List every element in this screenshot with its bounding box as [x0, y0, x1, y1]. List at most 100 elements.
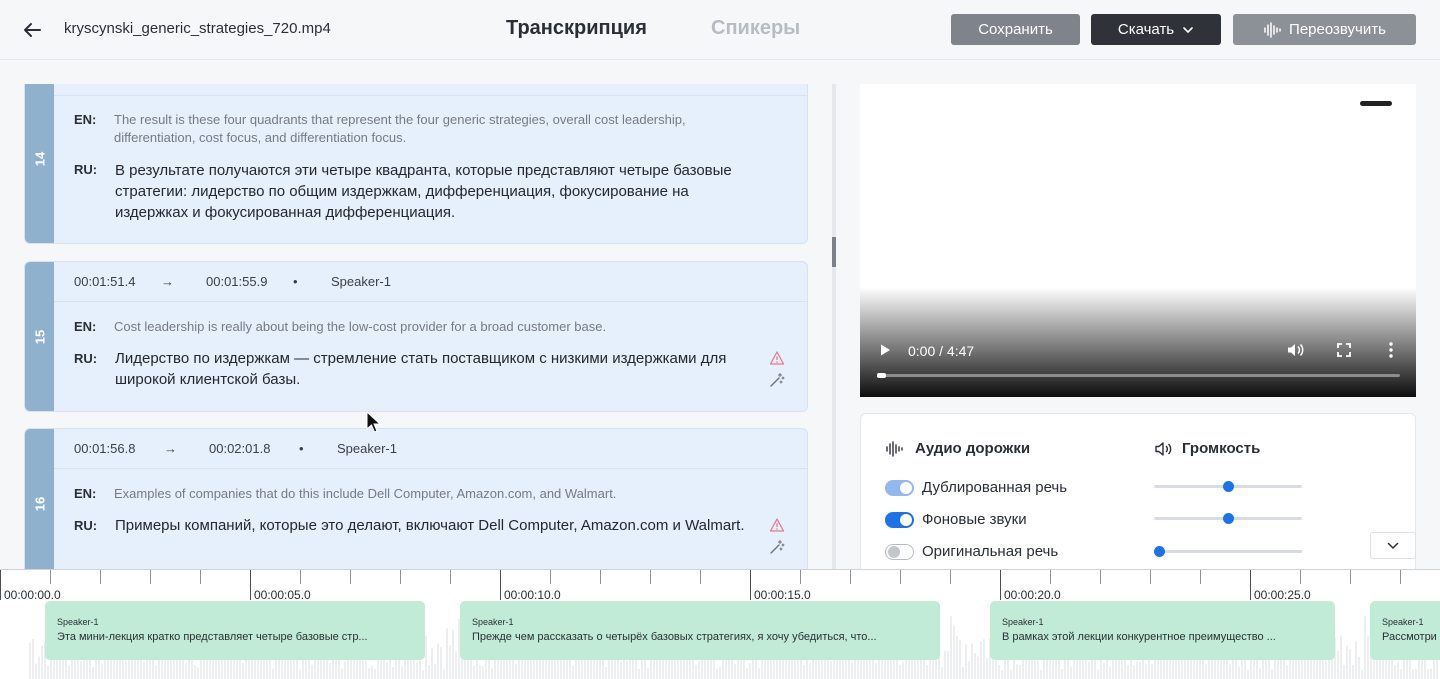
dubbed-speech-volume-slider[interactable] — [1154, 481, 1302, 492]
warning-icon[interactable] — [769, 350, 785, 366]
ruler-minor-tick — [1350, 570, 1351, 584]
speaker-volume-icon — [1155, 441, 1172, 456]
en-source-text: Cost leadership is really about being th… — [114, 319, 607, 334]
segment-list[interactable]: 14 EN: The result is these four quadrant… — [24, 84, 809, 570]
segment-number-badge: 15 — [25, 262, 54, 411]
segment-speaker[interactable]: Speaker-1 — [337, 441, 397, 456]
timeline-clip[interactable]: Speaker-1 Рассмотри — [1370, 601, 1440, 660]
volume-icon[interactable] — [1286, 342, 1304, 358]
video-player[interactable]: 0:00 / 4:47 — [860, 84, 1416, 397]
dubbed-speech-toggle[interactable] — [885, 480, 914, 496]
ru-translation-text[interactable]: Лидерство по издержкам — стремление стат… — [115, 348, 755, 390]
list-scrollbar[interactable] — [832, 84, 836, 570]
original-speech-label: Оригинальная речь — [922, 543, 1059, 560]
ruler-minor-tick — [550, 570, 551, 584]
background-sounds-volume-slider[interactable] — [1154, 513, 1302, 524]
ruler-minor-tick — [650, 570, 651, 584]
segment-divider — [54, 95, 807, 96]
ruler-minor-tick — [350, 570, 351, 584]
more-options-icon[interactable] — [1388, 342, 1394, 358]
segment-end-time[interactable]: 00:02:01.8 — [209, 441, 299, 456]
fullscreen-icon[interactable] — [1337, 343, 1351, 357]
timeline[interactable]: Speaker-1 Эта мини-лекция кратко предста… — [0, 569, 1440, 679]
audio-waveform-icon — [886, 440, 903, 457]
ruler-time-label: 00:00:05.0 — [254, 588, 311, 602]
ruler-minor-tick — [50, 570, 51, 584]
tab-transcription[interactable]: Транскрипция — [506, 17, 647, 40]
ruler-minor-tick — [300, 570, 301, 584]
segment-end-time[interactable]: 00:01:55.9 — [206, 274, 293, 289]
video-time: 0:00 / 4:47 — [908, 343, 975, 359]
segment-start-time[interactable]: 00:01:56.8 — [74, 441, 164, 456]
video-progress-knob[interactable] — [877, 373, 886, 378]
chevron-down-icon — [1183, 26, 1193, 33]
back-arrow-icon[interactable] — [20, 18, 44, 42]
background-sounds-label: Фоновые звуки — [922, 511, 1027, 528]
ru-translation-text[interactable]: Примеры компаний, которые это делают, вк… — [115, 515, 755, 536]
play-icon[interactable] — [878, 343, 892, 357]
timeline-clip[interactable]: Speaker-1 Эта мини-лекция кратко предста… — [45, 601, 425, 660]
ruler-minor-tick — [800, 570, 801, 584]
ruler-minor-tick — [1300, 570, 1301, 584]
ruler-major-tick — [750, 570, 751, 600]
save-button[interactable]: Сохранить — [951, 14, 1080, 45]
tab-speakers[interactable]: Спикеры — [711, 17, 800, 40]
ruler-time-label: 00:00:25.0 — [1254, 588, 1311, 602]
clip-text: Прежде чем рассказать о четырёх базовых … — [472, 631, 877, 643]
ruler-minor-tick — [600, 570, 601, 584]
clip-speaker: Speaker-1 — [1382, 617, 1424, 627]
original-speech-volume-slider[interactable] — [1154, 546, 1302, 557]
segment-card-15[interactable]: 15 00:01:51.4 → 00:01:55.9 • Speaker-1 E… — [24, 261, 808, 412]
en-label: EN: — [74, 112, 97, 127]
volume-heading: Громкость — [1154, 440, 1260, 457]
ruler-minor-tick — [1400, 570, 1401, 584]
clip-speaker: Speaker-1 — [1002, 617, 1044, 627]
ruler-minor-tick — [1150, 570, 1151, 584]
redub-button[interactable]: Переозвучить — [1233, 14, 1416, 45]
en-label: EN: — [74, 319, 97, 334]
ruler-time-label: 00:00:00.0 — [4, 588, 61, 602]
clip-text: Эта мини-лекция кратко представляет четы… — [57, 631, 368, 643]
list-scrollbar-thumb[interactable] — [832, 237, 836, 267]
mouse-cursor-icon — [366, 411, 382, 433]
meta-separator: • — [299, 441, 304, 456]
timeline-clip[interactable]: Speaker-1 В рамках этой лекции конкурент… — [990, 601, 1335, 660]
ru-translation-text[interactable]: В результате получаются эти четыре квадр… — [115, 160, 755, 223]
video-progress-bar[interactable] — [877, 373, 1400, 378]
segment-start-time[interactable]: 00:01:51.4 — [74, 274, 161, 289]
ruler-major-tick — [1000, 570, 1001, 600]
magic-wand-icon[interactable] — [769, 539, 785, 555]
warning-icon[interactable] — [769, 517, 785, 533]
clip-text: В рамках этой лекции конкурентное преиму… — [1002, 631, 1276, 643]
ruler-minor-tick — [1050, 570, 1051, 584]
segment-speaker[interactable]: Speaker-1 — [331, 274, 391, 289]
segment-card-16[interactable]: 16 00:01:56.8 → 00:02:01.8 • Speaker-1 E… — [24, 428, 808, 570]
en-source-text: Examples of companies that do this inclu… — [114, 486, 617, 501]
ruler-minor-tick — [1100, 570, 1101, 584]
download-button[interactable]: Скачать — [1091, 14, 1221, 45]
ruler-minor-tick — [1200, 570, 1201, 584]
meta-separator: • — [293, 274, 298, 289]
audio-tracks-panel: Аудио дорожки Громкость Дублированная ре… — [860, 413, 1416, 583]
collapse-panel-button[interactable] — [1370, 532, 1416, 559]
ruler-minor-tick — [850, 570, 851, 584]
magic-wand-icon[interactable] — [769, 372, 785, 388]
ruler-time-label: 00:00:20.0 — [1004, 588, 1061, 602]
save-button-label: Сохранить — [978, 21, 1053, 38]
segment-card-14[interactable]: 14 EN: The result is these four quadrant… — [24, 84, 808, 244]
waveform-icon — [1264, 21, 1281, 38]
dubbed-speech-label: Дублированная речь — [922, 479, 1068, 496]
segment-meta: 00:01:51.4 → 00:01:55.9 • Speaker-1 — [74, 274, 391, 289]
background-sounds-toggle[interactable] — [885, 512, 914, 528]
clip-speaker: Speaker-1 — [57, 617, 99, 627]
audio-tracks-heading: Аудио дорожки — [885, 440, 1030, 457]
top-header: kryscynski_generic_strategies_720.mp4 Тр… — [0, 0, 1440, 60]
ru-label: RU: — [74, 162, 98, 177]
audio-tracks-title: Аудио дорожки — [915, 440, 1031, 457]
ruler-minor-tick — [400, 570, 401, 584]
ruler-minor-tick — [950, 570, 951, 584]
segment-meta: 00:01:56.8 → 00:02:01.8 • Speaker-1 — [74, 441, 397, 456]
original-speech-toggle[interactable] — [885, 544, 914, 560]
redub-button-label: Переозвучить — [1289, 21, 1386, 38]
timeline-clip[interactable]: Speaker-1 Прежде чем рассказать о четырё… — [460, 601, 940, 660]
